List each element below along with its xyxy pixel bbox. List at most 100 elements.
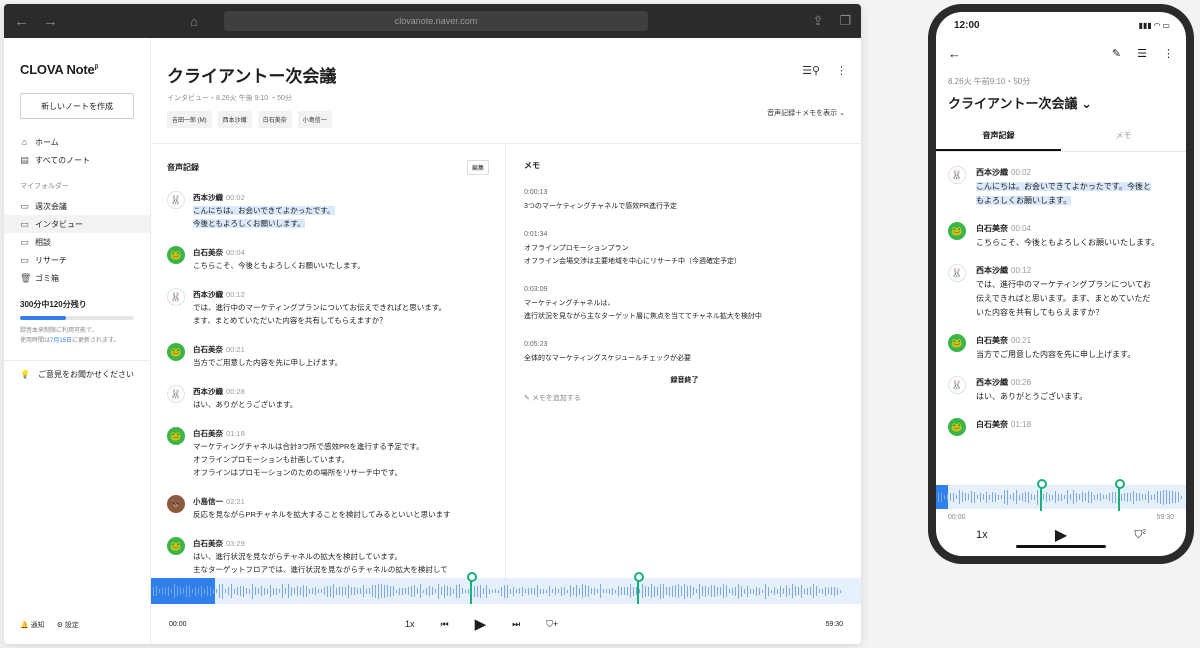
sidebar-item-all-notes[interactable]: ▤ すべてのノート	[4, 151, 150, 169]
memo-timestamp[interactable]: 0:05:23	[524, 341, 845, 348]
skip-forward-icon[interactable]: ⏭	[512, 619, 520, 630]
participant-tag[interactable]: 小島信一	[297, 111, 332, 128]
quota-date-link[interactable]: 7月15日	[50, 338, 72, 344]
waveform-bar	[819, 589, 820, 593]
sidebar-item-consult[interactable]: ▭ 相談	[4, 233, 150, 251]
memo-entry[interactable]: 3つのマーケティングチャネルで感效PR進行予定	[524, 200, 845, 213]
speaker-name: 白石美奈	[193, 345, 223, 354]
message-timestamp[interactable]: 00:04	[226, 248, 245, 257]
waveform-bar	[1055, 491, 1056, 503]
phone-note-title[interactable]: クライアントー次会議 ⌄	[936, 87, 1186, 112]
more-options-icon[interactable]: ⋮	[1163, 47, 1174, 60]
message-timestamp[interactable]: 01:18	[1011, 420, 1031, 429]
message-timestamp[interactable]: 00:12	[1011, 266, 1031, 275]
add-bookmark-icon[interactable]: ⛉+	[546, 619, 558, 630]
memo-entry[interactable]: 全体的なマーケティングスケジュールチェックが必要	[524, 352, 845, 365]
waveform-bar	[180, 587, 181, 595]
waveform-bar	[339, 587, 340, 595]
new-note-button[interactable]: 新しいノートを作成	[20, 93, 134, 119]
transcript-message[interactable]: 🐰 西本沙織 00:28 はい、ありがとうございます。	[948, 376, 1174, 404]
memo-timestamp[interactable]: 0:03:09	[524, 286, 845, 293]
participant-tag[interactable]: 吉田一郎 (M)	[167, 111, 212, 128]
url-bar[interactable]: clovanote.naver.com	[224, 11, 648, 31]
sidebar-item-trash[interactable]: 🗑 ゴミ箱	[4, 269, 150, 287]
tabs-icon[interactable]: ❐	[839, 13, 851, 29]
transcript-message[interactable]: 🐸 白石美奈 01:18 マーケティングチャネルは合計3つ所で感效PRを進行する予定で…	[167, 427, 489, 479]
transcript-message[interactable]: 🐻 小島信一 02:21 反応を見ながらPRチャネルを拡大することを検討してみるといい…	[167, 495, 489, 521]
transcript-message[interactable]: 🐰 西本沙織00:02 こんにちは。お会いできてよかったです。今後ともよろしくお願い…	[167, 191, 489, 230]
message-timestamp[interactable]: 00:12	[226, 290, 245, 299]
bookmark-marker[interactable]	[634, 572, 644, 604]
view-mode-select[interactable]: 音声記録＋メモを表示 ⌄	[767, 108, 845, 118]
waveform-bar	[1079, 494, 1080, 500]
transcript-message[interactable]: 🐰 西本沙織00:02 こんにちは。お会いできてよかったです。今後ともよろしくお願い…	[948, 166, 1174, 208]
memo-timestamp[interactable]: 0:00:13	[524, 189, 845, 196]
message-timestamp[interactable]: 00:21	[1011, 336, 1031, 345]
transcript-message[interactable]: 🐰 西本沙織00:12 では、進行中のマーケティングプランについてお伝えできればと思…	[948, 264, 1174, 320]
pencil-icon[interactable]: ✎	[1112, 47, 1121, 60]
message-timestamp[interactable]: 00:04	[1011, 224, 1031, 233]
message-timestamp[interactable]: 00:28	[1011, 378, 1031, 387]
waveform-bar	[816, 586, 817, 596]
tab-transcript[interactable]: 音声記録	[936, 130, 1061, 151]
transcript-message[interactable]: 🐸 白石美奈 03:29 はい、進行状況を見ながらチャネルの拡大を検討しています。 主な…	[167, 537, 489, 576]
transcript-message[interactable]: 🐸 白石美奈 00:04 こちらこそ、今後ともよろしくお願いいたします。	[167, 246, 489, 272]
message-timestamp[interactable]: 00:21	[226, 345, 245, 354]
message-timestamp[interactable]: 01:18	[226, 429, 245, 438]
quota-title: 300分中120分残り	[20, 300, 87, 309]
memo-entry[interactable]: マーケティングチャネルは、 進行状況を見ながら主なターゲット層に焦点を当ててチャネ…	[524, 297, 845, 323]
transcript-message[interactable]: 🐸 白石美奈 00:04 こちらこそ、今後ともよろしくお願いいたします。	[948, 222, 1174, 250]
phone-waveform[interactable]	[936, 479, 1186, 511]
transcript-message[interactable]: 🐰 西本沙織00:12 では、進行中のマーケティングプランについてお伝えできればと思…	[167, 288, 489, 327]
notifications-button[interactable]: 🔔 通知	[20, 620, 45, 630]
memo-timestamp[interactable]: 0:01:34	[524, 231, 845, 238]
waveform-bar	[1163, 489, 1164, 505]
transcript-message[interactable]: 🐸 白石美奈 00:21 当方でご用意した内容を先に申し上げます。	[167, 343, 489, 369]
transcript-message[interactable]: 🐸 白石美奈 00:21 当方でご用意した内容を先に申し上げます。	[948, 334, 1174, 362]
app-logo[interactable]: CLOVA Noteβ	[4, 62, 150, 77]
home-icon[interactable]: ⌂	[164, 14, 224, 29]
waveform-bar	[573, 587, 574, 595]
memo-entry[interactable]: オフラインプロモーションプラン オフライン会場交渉は主要地域を中心にリサーチ中（今…	[524, 242, 845, 268]
play-icon[interactable]: ▶	[475, 615, 487, 633]
transcript-message[interactable]: 🐸 白石美奈 01:18	[948, 418, 1174, 436]
message-timestamp[interactable]: 03:29	[226, 539, 245, 548]
bookmark-list-button[interactable]: ⛉2	[1134, 529, 1146, 542]
waveform-bar	[630, 584, 631, 598]
back-arrow-icon[interactable]: ←	[14, 13, 29, 30]
message-timestamp[interactable]: 02:21	[226, 497, 245, 506]
bookmark-marker[interactable]	[467, 572, 477, 604]
share-icon[interactable]: ⇪	[812, 13, 823, 29]
waveform-bar	[1172, 491, 1173, 503]
search-transcript-icon[interactable]: ☰	[1137, 47, 1147, 60]
waveform[interactable]	[151, 572, 861, 604]
tab-memo[interactable]: メモ	[1061, 130, 1186, 151]
message-timestamp[interactable]: 00:28	[226, 387, 245, 396]
participant-tag[interactable]: 西本沙織	[217, 111, 252, 128]
participant-tag[interactable]: 白石美奈	[257, 111, 292, 128]
skip-back-icon[interactable]: ⏮	[441, 619, 449, 630]
add-memo-button[interactable]: ✎ メモを追加する	[524, 393, 845, 403]
forward-arrow-icon[interactable]: →	[43, 13, 58, 30]
playback-speed-button[interactable]: 1x	[976, 529, 988, 541]
sidebar-item-research[interactable]: ▭ リサーチ	[4, 251, 150, 269]
feedback-link[interactable]: 💡 ご意見をお聞かせください	[4, 369, 150, 380]
sidebar-item-weekly[interactable]: ▭ 週次会議	[4, 197, 150, 215]
sidebar-item-home[interactable]: ⌂ ホーム	[4, 133, 150, 151]
bookmark-marker[interactable]	[1115, 479, 1125, 511]
speaker-name: 西本沙織	[193, 387, 223, 396]
edit-button[interactable]: 編集	[466, 160, 489, 175]
transcript-message[interactable]: 🐰 西本沙織 00:28 はい、ありがとうございます。	[167, 385, 489, 411]
message-timestamp[interactable]: 00:02	[1011, 168, 1031, 177]
back-arrow-icon[interactable]: ←	[948, 46, 961, 61]
sidebar-item-interview[interactable]: ▭ インタビュー	[4, 215, 150, 233]
bookmark-marker[interactable]	[1037, 479, 1047, 511]
speaker-line: 白石美奈 00:21	[976, 334, 1135, 348]
waveform-bar	[1139, 493, 1140, 501]
playback-speed-button[interactable]: 1x	[405, 619, 415, 629]
search-transcript-icon[interactable]: ☰⚲	[802, 64, 820, 77]
settings-button[interactable]: ⚙ 設定	[57, 620, 79, 630]
play-icon[interactable]: ▶	[1055, 525, 1067, 545]
message-timestamp[interactable]: 00:02	[226, 193, 245, 202]
more-options-icon[interactable]: ⋮	[836, 64, 847, 77]
